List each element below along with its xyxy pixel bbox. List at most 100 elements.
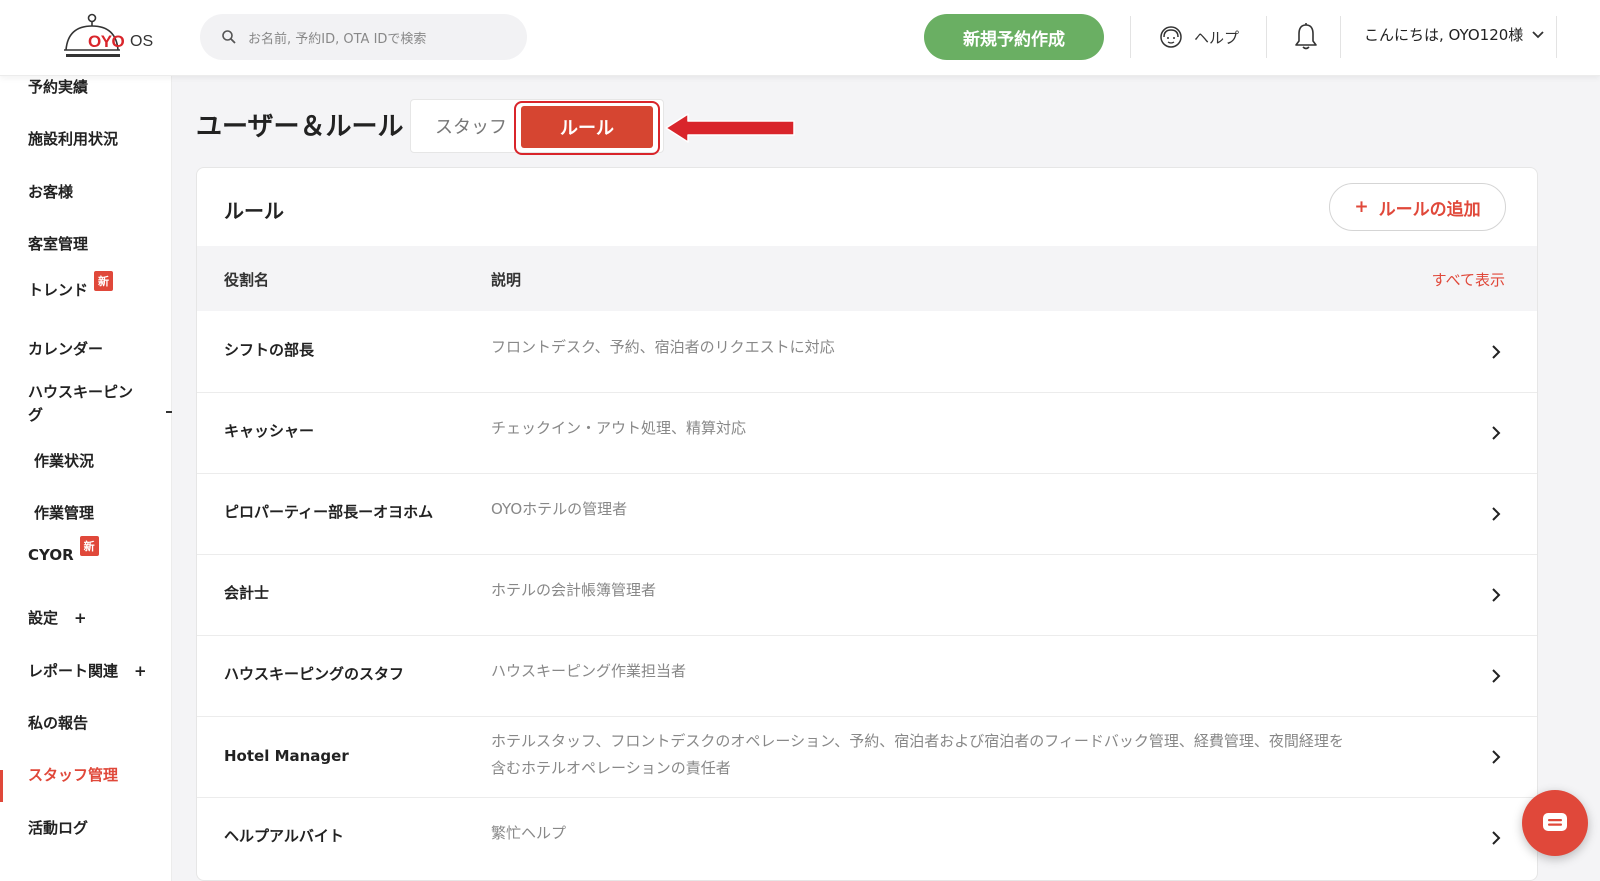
sidebar-item-staff-management[interactable]: スタッフ管理 bbox=[28, 764, 118, 785]
table-header: 役割名 説明 すべて表示 bbox=[197, 246, 1537, 311]
table-row[interactable]: シフトの部長 フロントデスク、予約、宿泊者のリクエストに対応 bbox=[197, 311, 1537, 393]
chevron-right-icon bbox=[1492, 669, 1501, 683]
divider bbox=[1130, 16, 1131, 58]
sidebar-item-calendar[interactable]: カレンダー bbox=[28, 338, 103, 359]
sidebar-item-label: グ bbox=[28, 406, 44, 424]
chevron-right-icon bbox=[1492, 750, 1501, 764]
active-indicator bbox=[0, 770, 3, 802]
help-button[interactable]: ヘルプ bbox=[1158, 22, 1239, 52]
role-description: ホテルスタッフ、フロントデスクのオペレーション、予約、宿泊者および宿泊者のフィー… bbox=[491, 732, 1344, 777]
sidebar-item-activity-log[interactable]: 活動ログ bbox=[28, 817, 88, 838]
divider bbox=[1266, 16, 1267, 58]
sidebar-item-label: 活動ログ bbox=[28, 819, 89, 837]
add-rule-label: ルールの追加 bbox=[1378, 199, 1481, 220]
divider bbox=[1340, 16, 1341, 58]
sidebar-item-housekeeping[interactable]: ハウスキーピン bbox=[28, 381, 133, 402]
divider bbox=[1556, 16, 1557, 58]
help-label: ヘルプ bbox=[1194, 28, 1240, 47]
role-name: キャッシャー bbox=[224, 422, 315, 440]
logo-suffix: OS bbox=[130, 33, 154, 50]
sidebar-item-cyor[interactable]: CYOR 新 bbox=[28, 536, 99, 566]
new-badge: 新 bbox=[79, 536, 99, 556]
sidebar-item-label: 作業管理 bbox=[34, 504, 95, 522]
oyo-logo[interactable]: OYO OS bbox=[62, 12, 172, 62]
sidebar-item-label: 予約実績 bbox=[28, 78, 89, 96]
role-description: 繁忙ヘルプ bbox=[491, 824, 567, 842]
chevron-right-icon bbox=[1492, 831, 1501, 845]
role-description: チェックイン・アウト処理、精算対応 bbox=[491, 419, 747, 437]
add-rule-button[interactable]: + ルールの追加 bbox=[1329, 183, 1506, 231]
chat-bubble-icon bbox=[1543, 813, 1567, 831]
sidebar-item-label: 作業状況 bbox=[34, 452, 95, 470]
chevron-right-icon bbox=[1492, 507, 1501, 521]
sidebar-item-label: お客様 bbox=[28, 183, 74, 201]
role-name: ピロパーティー部長ーオヨホム bbox=[224, 503, 434, 521]
chat-button[interactable] bbox=[1522, 790, 1588, 856]
greeting-text: こんにちは, OYO120様 bbox=[1364, 26, 1524, 44]
chevron-right-icon bbox=[1492, 426, 1501, 440]
sidebar-item-occupancy[interactable]: 施設利用状況 bbox=[28, 128, 118, 149]
role-description: ホテルの会計帳簿管理者 bbox=[491, 581, 657, 599]
role-name: 会計士 bbox=[224, 584, 270, 602]
sidebar-item-label: トレンド bbox=[28, 281, 89, 299]
card-title: ルール bbox=[224, 199, 284, 223]
sidebar-item-settings[interactable]: 設定 + bbox=[28, 607, 87, 628]
page-title: ユーザー＆ルール bbox=[196, 112, 404, 142]
sidebar-item-housekeeping-cont[interactable]: グ bbox=[28, 404, 43, 425]
table-row[interactable]: キャッシャー チェックイン・アウト処理、精算対応 bbox=[197, 392, 1537, 474]
sidebar-item-label: 設定 bbox=[28, 609, 59, 627]
role-description: フロントデスク、予約、宿泊者のリクエストに対応 bbox=[491, 338, 835, 356]
sidebar-item-label: カレンダー bbox=[28, 340, 104, 358]
sidebar-item-rooms[interactable]: 客室管理 bbox=[28, 233, 88, 254]
column-header-role: 役割名 bbox=[224, 271, 270, 289]
sidebar-item-label: CYOR bbox=[28, 546, 74, 564]
top-header: OYO OS お名前, 予約ID, OTA IDで検索 新規予約作成 ヘルプ こ… bbox=[0, 0, 1600, 76]
annotation-arrow-icon bbox=[665, 113, 795, 143]
search-bar[interactable]: お名前, 予約ID, OTA IDで検索 bbox=[200, 14, 527, 60]
sidebar-item-reports[interactable]: レポート関連 + bbox=[28, 660, 147, 681]
sidebar-item-label: 客室管理 bbox=[28, 235, 89, 253]
role-description: ハウスキーピング作業担当者 bbox=[491, 662, 687, 680]
sidebar-item-label: 施設利用状況 bbox=[28, 130, 119, 148]
role-name: ヘルプアルバイト bbox=[224, 827, 344, 845]
chevron-right-icon bbox=[1492, 588, 1501, 602]
chevron-down-icon bbox=[1532, 30, 1544, 38]
support-agent-icon bbox=[1160, 26, 1182, 48]
chevron-right-icon bbox=[1492, 345, 1501, 359]
sidebar: 予約実績 施設利用状況 お客様 客室管理 トレンド新 カレンダー ハウスキーピン… bbox=[0, 76, 172, 881]
column-header-description: 説明 bbox=[491, 271, 522, 289]
sidebar-item-my-reports[interactable]: 私の報告 bbox=[28, 712, 88, 733]
role-name: Hotel Manager bbox=[224, 747, 349, 765]
sidebar-item-label: レポート関連 bbox=[28, 662, 119, 680]
table-row[interactable]: ハウスキーピングのスタフ ハウスキーピング作業担当者 bbox=[197, 635, 1537, 717]
table-row[interactable]: ヘルプアルバイト 繁忙ヘルプ bbox=[197, 797, 1537, 879]
rules-card: ルール + ルールの追加 役割名 説明 すべて表示 シフトの部長 フロントデスク… bbox=[196, 167, 1538, 881]
sidebar-item-reservations[interactable]: 予約実績 bbox=[28, 76, 88, 97]
table-row[interactable]: 会計士 ホテルの会計帳簿管理者 bbox=[197, 554, 1537, 636]
sidebar-item-label: スタッフ管理 bbox=[28, 766, 119, 784]
sidebar-item-label: 私の報告 bbox=[28, 714, 89, 732]
collapse-icon[interactable] bbox=[166, 411, 172, 413]
sidebar-item-task-management[interactable]: 作業管理 bbox=[34, 502, 94, 523]
role-description: OYOホテルの管理者 bbox=[491, 500, 628, 518]
logo-text: OYO bbox=[88, 32, 125, 51]
expand-plus-icon: + bbox=[74, 609, 87, 627]
sidebar-item-task-status[interactable]: 作業状況 bbox=[34, 450, 94, 471]
sidebar-item-trends[interactable]: トレンド新 bbox=[28, 271, 114, 301]
table-row[interactable]: ピロパーティー部長ーオヨホム OYOホテルの管理者 bbox=[197, 473, 1537, 555]
notification-bell-icon[interactable] bbox=[1292, 22, 1320, 52]
tab-rules[interactable]: ルール bbox=[521, 106, 653, 148]
table-row[interactable]: Hotel Manager ホテルスタッフ、フロントデスクのオペレーション、予約… bbox=[197, 716, 1537, 798]
new-booking-button[interactable]: 新規予約作成 bbox=[924, 14, 1104, 60]
tab-staff[interactable]: スタッフ bbox=[435, 113, 507, 139]
expand-plus-icon: + bbox=[134, 662, 147, 680]
search-icon bbox=[222, 30, 236, 44]
user-menu[interactable]: こんにちは, OYO120様 bbox=[1364, 24, 1545, 45]
plus-icon: + bbox=[1354, 197, 1369, 217]
search-input[interactable]: お名前, 予約ID, OTA IDで検索 bbox=[248, 28, 426, 47]
sidebar-item-guests[interactable]: お客様 bbox=[28, 181, 73, 202]
show-all-link[interactable]: すべて表示 bbox=[1432, 269, 1505, 290]
role-name: シフトの部長 bbox=[224, 341, 315, 359]
sidebar-item-label: ハウスキーピン bbox=[28, 383, 134, 401]
new-badge: 新 bbox=[94, 271, 114, 291]
